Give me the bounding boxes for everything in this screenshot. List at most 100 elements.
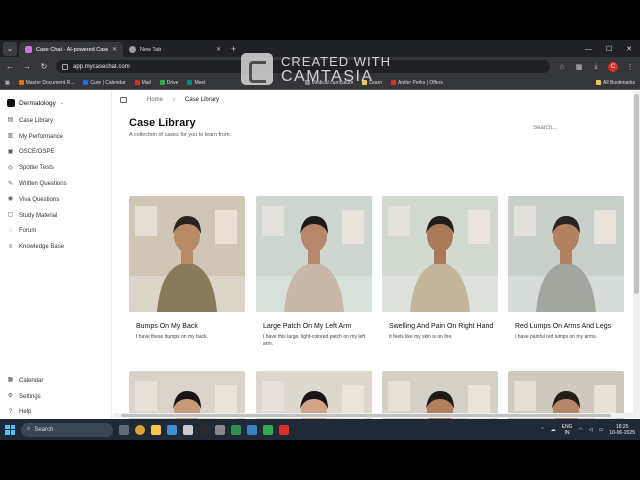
search-input[interactable] xyxy=(533,121,623,135)
app-icon[interactable] xyxy=(247,424,257,435)
new-tab-icon[interactable]: + xyxy=(231,42,236,57)
mail-icon xyxy=(134,80,140,85)
sidebar-item-settings[interactable]: ⚙ Settings xyxy=(0,389,111,405)
clock[interactable]: 18:25 10-06-2025 xyxy=(609,424,635,436)
browser-app-icon[interactable] xyxy=(135,424,145,435)
app-icon[interactable] xyxy=(263,424,273,435)
workspace-switcher[interactable]: Dermatology ⌄ xyxy=(0,91,111,113)
sidebar-item-knowledge-base[interactable]: ≡ Knowledge Base xyxy=(0,239,111,255)
forward-icon[interactable]: → xyxy=(22,62,32,71)
close-window-icon[interactable]: ✕ xyxy=(626,42,632,57)
wifi-icon[interactable]: ◠ xyxy=(578,427,582,433)
battery-icon[interactable]: ▭ xyxy=(599,427,604,433)
favicon-icon xyxy=(129,46,136,53)
camtasia-app-icon[interactable] xyxy=(279,424,289,435)
language-indicator[interactable]: ENG IN xyxy=(562,424,573,436)
volume-icon[interactable]: ◁ xyxy=(589,427,593,433)
explorer-app-icon[interactable] xyxy=(151,424,161,435)
app-icon[interactable] xyxy=(183,424,193,435)
windows-start-icon[interactable] xyxy=(5,424,15,435)
task-view-icon[interactable] xyxy=(119,424,129,435)
doc-icon: ▢ xyxy=(7,212,14,219)
sidebar-item-help[interactable]: ? Help xyxy=(0,404,111,420)
store-app-icon[interactable] xyxy=(167,424,177,435)
screen: ⌄ Case Chat - AI-powered Case S ✕ New Ta… xyxy=(0,40,640,440)
browser-tab[interactable]: New Tab ✕ xyxy=(123,42,227,57)
sidebar-item-label: Viva Questions xyxy=(19,196,60,203)
case-image[interactable] xyxy=(508,196,624,312)
close-tab-icon[interactable]: ✕ xyxy=(112,46,117,53)
breadcrumb-home[interactable]: Home xyxy=(147,97,163,103)
workspace-name: Dermatology xyxy=(19,99,56,107)
chevron-up-icon[interactable]: ⌃ xyxy=(540,427,544,433)
scrollbar-thumb[interactable] xyxy=(634,94,639,294)
sidebar-item-written-questions[interactable]: ✎ Written Questions xyxy=(0,176,111,192)
windows-taskbar: ⌕ Search ⌃ ☁ ENG IN ◠ ◁ ▭ 18:25 10-06-2025 xyxy=(0,419,640,440)
taskbar-search[interactable]: ⌕ Search xyxy=(21,422,113,437)
sidebar-item-calendar[interactable]: ▦ Calendar xyxy=(0,373,111,389)
sidebar-toggle-icon[interactable] xyxy=(120,97,127,103)
case-card[interactable]: Red Lumps On Arms And Legs I have painful… xyxy=(508,196,624,341)
case-card[interactable]: Swelling And Pain On Right Hand It feels … xyxy=(382,196,498,341)
tab-search-icon[interactable]: ⌄ xyxy=(3,42,17,56)
horizontal-scrollbar[interactable] xyxy=(113,413,633,418)
sidebar-item-viva-questions[interactable]: ◉ Viva Questions xyxy=(0,192,111,208)
case-image[interactable] xyxy=(382,196,498,312)
meet-icon xyxy=(187,80,193,85)
sidebar-item-forum[interactable]: ◌ Forum xyxy=(0,224,111,240)
bookmark-icon xyxy=(83,80,89,85)
case-title[interactable]: Swelling And Pain On Right Hand xyxy=(382,322,498,331)
breadcrumb: Home › Case Library xyxy=(120,97,219,103)
sidebar-item-study-material[interactable]: ▢ Study Material xyxy=(0,208,111,224)
bookmark-item[interactable]: Meet xyxy=(187,80,206,86)
window-controls: — ☐ ✕ xyxy=(577,42,640,57)
page-subtitle: A collection of cases for you to learn f… xyxy=(129,132,232,138)
camtasia-logo-icon xyxy=(241,53,273,85)
downloads-icon[interactable]: ⤓ xyxy=(591,63,601,71)
case-image[interactable] xyxy=(256,196,372,312)
scrollbar-thumb[interactable] xyxy=(121,414,611,417)
sidebar-item-label: Knowledge Base xyxy=(19,244,65,251)
watermark-text: CREATED WITH CAMTASIA xyxy=(281,54,391,85)
bookmark-icon xyxy=(18,80,24,85)
sidebar-item-case-library[interactable]: ▤ Case Library xyxy=(0,113,111,129)
extensions-icon[interactable]: ▦ xyxy=(574,63,584,71)
bookmark-star-icon[interactable]: ☆ xyxy=(557,63,567,71)
vertical-scrollbar[interactable] xyxy=(633,91,640,418)
apps-icon[interactable]: ▦ xyxy=(5,80,10,86)
calendar-icon: ▦ xyxy=(7,377,14,384)
case-title[interactable]: Bumps On My Back xyxy=(129,322,245,331)
sidebar-item-label: OSCE/OSPE xyxy=(19,149,55,156)
sidebar-item-osce-ospe[interactable]: ▣ OSCE/OSPE xyxy=(0,145,111,161)
bookmark-item[interactable]: Master Document R... xyxy=(18,80,74,86)
case-image[interactable] xyxy=(129,196,245,312)
cloud-icon[interactable]: ☁ xyxy=(551,427,556,433)
case-card[interactable]: Bumps On My Back I have these bumps on my… xyxy=(129,196,245,341)
app-icon[interactable] xyxy=(215,424,225,435)
maximize-icon[interactable]: ☐ xyxy=(606,42,612,57)
close-tab-icon[interactable]: ✕ xyxy=(216,46,221,53)
system-tray: ⌃ ☁ ENG IN ◠ ◁ ▭ 18:25 10-06-2025 xyxy=(540,424,635,436)
browser-tab-active[interactable]: Case Chat - AI-powered Case S ✕ xyxy=(19,42,123,57)
bookmark-icon xyxy=(391,80,397,85)
app-icon[interactable] xyxy=(199,424,209,435)
sidebar-item-spotter-tests[interactable]: ◎ Spotter Tests xyxy=(0,160,111,176)
menu-icon[interactable]: ⋮ xyxy=(625,63,635,71)
case-title[interactable]: Red Lumps On Arms And Legs xyxy=(508,322,624,331)
bookmark-item[interactable]: Antler Perks | Offers xyxy=(391,80,443,86)
sidebar-item-my-performance[interactable]: ▥ My Performance xyxy=(0,129,111,145)
profile-avatar[interactable]: C xyxy=(608,61,618,72)
app-icon[interactable] xyxy=(231,424,241,435)
reload-icon[interactable]: ↻ xyxy=(39,62,49,71)
back-icon[interactable]: ← xyxy=(5,62,15,71)
bookmark-item[interactable]: Mail xyxy=(134,80,151,86)
bookmark-item[interactable]: Cure | Calendar xyxy=(83,80,126,86)
sidebar-item-label: Settings xyxy=(19,393,41,400)
minimize-icon[interactable]: — xyxy=(585,42,592,57)
gear-icon: ⚙ xyxy=(7,393,14,399)
site-info-icon[interactable] xyxy=(62,63,68,70)
bookmark-item[interactable]: Drive xyxy=(159,80,178,86)
case-title[interactable]: Large Patch On My Left Arm xyxy=(256,322,372,331)
all-bookmarks[interactable]: All Bookmarks xyxy=(596,80,635,86)
case-card[interactable]: Large Patch On My Left Arm I have this la… xyxy=(256,196,372,347)
